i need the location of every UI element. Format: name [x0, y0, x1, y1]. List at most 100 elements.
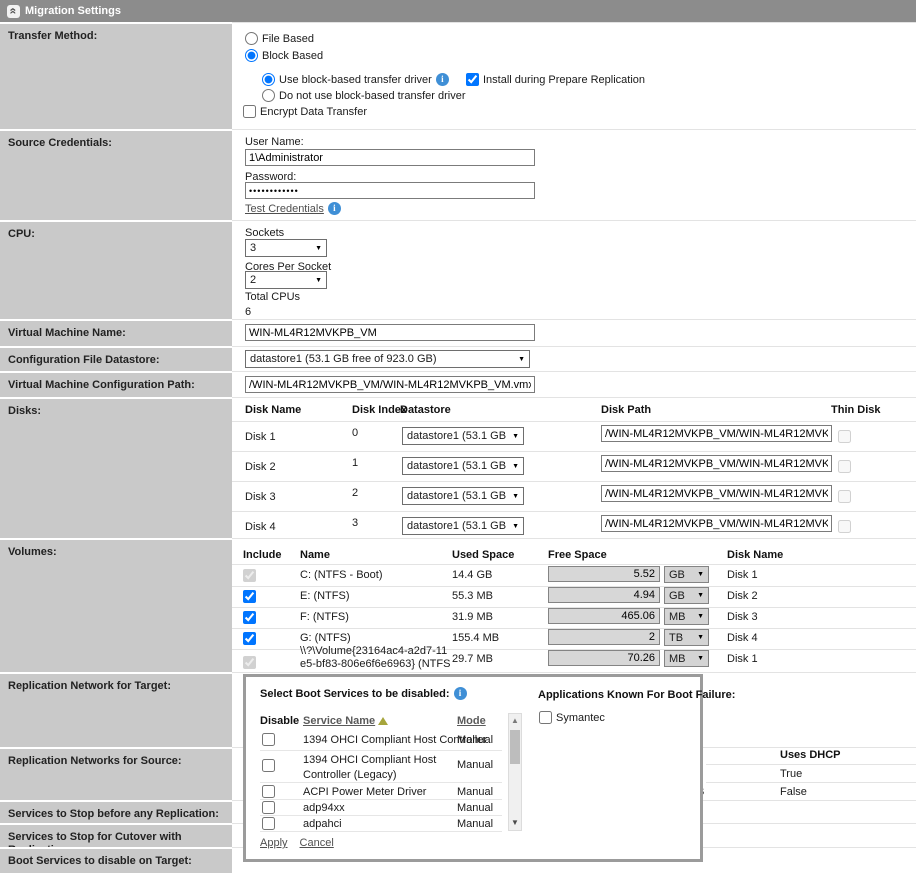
vm-name-input[interactable] [245, 324, 535, 341]
chevron-down-icon: ▼ [315, 277, 322, 284]
disks-header-thin: Thin Disk [831, 404, 881, 416]
block-based-radio[interactable] [245, 49, 258, 62]
test-credentials-info-icon[interactable]: i [328, 202, 341, 215]
service-name: ACPI Power Meter Driver [303, 786, 426, 798]
cores-select[interactable]: 2▼ [245, 271, 327, 289]
use-driver-radio[interactable] [262, 73, 275, 86]
disk-datastore-select[interactable]: datastore1 (53.1 GB▼ [402, 427, 524, 445]
repl-networks-source-label: Replication Networks for Source: [0, 747, 232, 800]
disable-service-checkbox[interactable] [262, 733, 275, 746]
free-space-input[interactable] [548, 566, 660, 582]
volumes-header-disk: Disk Name [727, 549, 783, 561]
chevron-down-icon: ▼ [697, 655, 704, 662]
volume-name: C: (NTFS - Boot) [300, 569, 383, 581]
scroll-up-icon[interactable]: ▲ [509, 714, 521, 728]
chevron-down-icon: ▼ [697, 592, 704, 599]
boot-services-dialog: Select Boot Services to be disabled: i D… [243, 674, 703, 862]
free-space-unit-select[interactable]: MB▼ [664, 650, 709, 667]
chevron-down-icon: ▼ [512, 523, 519, 530]
file-based-label: File Based [262, 33, 314, 45]
encrypt-checkbox[interactable] [243, 105, 256, 118]
username-input[interactable] [245, 149, 535, 166]
disk-datastore-select[interactable]: datastore1 (53.1 GB▼ [402, 517, 524, 535]
disk-name: Disk 4 [245, 521, 276, 533]
disable-service-checkbox[interactable] [262, 759, 275, 772]
apply-link[interactable]: Apply [260, 837, 288, 849]
chevron-down-icon: ▼ [518, 356, 525, 363]
free-space-unit-select[interactable]: GB▼ [664, 566, 709, 583]
disable-service-checkbox[interactable] [262, 801, 275, 814]
install-prepare-checkbox[interactable] [466, 73, 479, 86]
disk-path-input[interactable] [601, 455, 832, 472]
symantec-checkbox[interactable] [539, 711, 552, 724]
no-driver-radio[interactable] [262, 89, 275, 102]
free-space-input[interactable] [548, 608, 660, 624]
volume-name: G: (NTFS) [300, 632, 351, 644]
volume-name: F: (NTFS) [300, 611, 349, 623]
free-space-input[interactable] [548, 650, 660, 666]
disk-name: Disk 1 [245, 431, 276, 443]
disks-header-path: Disk Path [601, 404, 651, 416]
disks-header-index: Disk Index [352, 404, 407, 416]
thin-disk-checkbox [838, 460, 851, 473]
collapse-icon[interactable]: « [7, 5, 20, 18]
config-datastore-select[interactable]: datastore1 (53.1 GB free of 923.0 GB)▼ [245, 350, 530, 368]
disk-datastore-select[interactable]: datastore1 (53.1 GB▼ [402, 457, 524, 475]
thin-disk-checkbox [838, 430, 851, 443]
disk-path-input[interactable] [601, 515, 832, 532]
scroll-down-icon[interactable]: ▼ [509, 816, 521, 830]
volume-disk: Disk 3 [727, 611, 758, 623]
include-checkbox [243, 569, 256, 582]
chevron-down-icon: ▼ [697, 571, 704, 578]
block-based-label: Block Based [262, 50, 323, 62]
include-checkbox[interactable] [243, 590, 256, 603]
repl-network-target-label: Replication Network for Target: [0, 672, 232, 747]
test-credentials-link[interactable]: Test Credentials [245, 203, 324, 215]
dialog-info-icon[interactable]: i [454, 687, 467, 700]
service-mode: Manual [457, 734, 493, 746]
scrollbar-thumb[interactable] [510, 730, 520, 764]
disable-service-checkbox[interactable] [262, 785, 275, 798]
chevron-down-icon: ▼ [315, 245, 322, 252]
disks-header-datastore: Datastore [400, 404, 451, 416]
free-space-unit-select[interactable]: GB▼ [664, 587, 709, 604]
use-driver-label: Use block-based transfer driver [279, 74, 432, 86]
panel-header[interactable]: « Migration Settings [0, 0, 916, 22]
service-name: adpahci [303, 818, 342, 830]
disk-index: 3 [352, 517, 358, 529]
sockets-label: Sockets [245, 227, 284, 239]
disk-path-input[interactable] [601, 485, 832, 502]
total-cpus-value: 6 [245, 306, 251, 318]
file-based-radio[interactable] [245, 32, 258, 45]
free-space-input[interactable] [548, 587, 660, 603]
disk-index: 2 [352, 487, 358, 499]
vm-config-path-input[interactable] [245, 376, 535, 393]
include-checkbox[interactable] [243, 632, 256, 645]
dialog-title: Select Boot Services to be disabled: [260, 688, 450, 700]
include-checkbox[interactable] [243, 611, 256, 624]
cancel-link[interactable]: Cancel [300, 837, 334, 849]
sockets-select[interactable]: 3▼ [245, 239, 327, 257]
disable-service-checkbox[interactable] [262, 817, 275, 830]
volume-disk: Disk 2 [727, 590, 758, 602]
free-space-unit-select[interactable]: TB▼ [664, 629, 709, 646]
disk-path-input[interactable] [601, 425, 832, 442]
service-name-column-header[interactable]: Service Name [303, 715, 375, 727]
volume-disk: Disk 1 [727, 653, 758, 665]
free-space-input[interactable] [548, 629, 660, 645]
bg-dhcp-true: True [780, 768, 802, 780]
config-datastore-label: Configuration File Datastore: [0, 346, 232, 371]
service-name: adp94xx [303, 802, 345, 814]
services-cutover-label: Services to Stop for Cutover with Replic… [0, 823, 232, 847]
mode-column-header[interactable]: Mode [457, 715, 486, 727]
use-driver-info-icon[interactable]: i [436, 73, 449, 86]
volume-used: 31.9 MB [452, 611, 493, 623]
bg-uses-dhcp-header: Uses DHCP [780, 749, 841, 761]
disk-datastore-select[interactable]: datastore1 (53.1 GB▼ [402, 487, 524, 505]
services-scrollbar[interactable]: ▲ ▼ [508, 713, 522, 831]
password-input[interactable] [245, 182, 535, 199]
service-mode: Manual [457, 759, 493, 771]
apps-boot-failure-title: Applications Known For Boot Failure: [538, 689, 735, 701]
thin-disk-checkbox [838, 520, 851, 533]
free-space-unit-select[interactable]: MB▼ [664, 608, 709, 625]
